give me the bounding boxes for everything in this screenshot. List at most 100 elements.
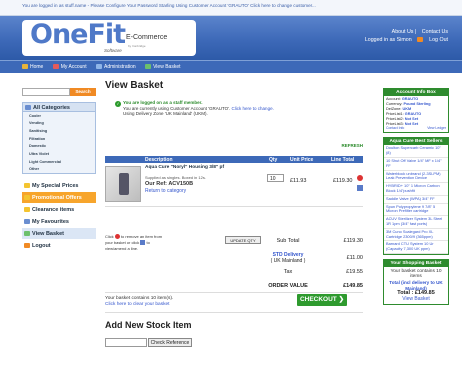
logout-link[interactable]: Log Out — [429, 37, 448, 43]
add-stock-row: Check Reference — [105, 338, 192, 347]
add-stock-title: Add New Stock Item — [105, 320, 192, 330]
category-domestic[interactable]: Domestic — [22, 142, 96, 151]
about-link[interactable]: About Us — [392, 29, 414, 35]
best-seller-item[interactable]: ACUV Sterilizer System 3L Steel 1R 1pm (… — [384, 216, 448, 229]
view-ledger-link[interactable]: View Ledger — [427, 126, 446, 131]
category-sanitising[interactable]: Sanitising — [22, 127, 96, 136]
best-seller-item[interactable]: 10 Shut Off Valve 1/4" MF x 1/4" FF — [384, 158, 448, 171]
change-customer-link[interactable]: Click here to change. — [232, 106, 274, 111]
menu-view-basket[interactable]: View Basket — [22, 227, 96, 240]
status-strip[interactable]: You are logged in as stuff.name - Please… — [0, 0, 462, 16]
tax-value: £19.55 — [346, 269, 363, 275]
best-seller-item[interactable]: 3M Cuno Scalegard Pro XL Cartridge 2300/… — [384, 229, 448, 242]
refresh-button[interactable]: REFRESH — [341, 143, 363, 148]
search-input[interactable] — [22, 88, 70, 96]
edit-icon — [140, 240, 146, 245]
basket-instructions: Click to remove an item from your basket… — [105, 234, 163, 251]
contact-link[interactable]: Contact Us — [422, 29, 448, 35]
table-row: Aqua Cure "Noryl" Housing 3/8" pf Suppli… — [105, 163, 363, 207]
category-cooler[interactable]: Cooler — [22, 112, 96, 120]
menu-special-prices[interactable]: My Special Prices — [22, 180, 96, 192]
notice-line-2: You are currently using Customer Account… — [123, 105, 231, 111]
nav-home[interactable]: Home — [22, 64, 43, 70]
product-note: Supplied as singles. Boxed in 12s. — [145, 175, 206, 180]
stock-reference-input[interactable] — [105, 338, 147, 347]
home-icon — [22, 64, 28, 69]
subtotal-value: £119.30 — [343, 238, 363, 244]
table-header: Description Qty Unit Price Line Total — [105, 156, 363, 163]
update-qty-button[interactable]: UPDATE QTY — [225, 236, 261, 244]
divider — [105, 312, 363, 313]
favourites-icon — [24, 218, 30, 224]
menu-my-favourites[interactable]: My Favourites — [22, 216, 96, 228]
search-button[interactable]: Search — [70, 88, 96, 96]
staff-notice: ✓ You are logged on as a staff member. Y… — [105, 97, 363, 123]
category-other[interactable]: Other — [22, 165, 96, 174]
logo[interactable]: OneFit Software E-Commerce by Ironbridge — [22, 19, 196, 56]
check-reference-button[interactable]: Check Reference — [148, 338, 192, 347]
best-seller-item[interactable]: Doulton Supercarb Ceramic 10" (8) — [384, 145, 448, 158]
product-name: Aqua Cure "Noryl" Housing 3/8" pf — [145, 165, 225, 170]
page-title: View Basket — [105, 80, 164, 91]
unit-price: £11.93 — [290, 178, 307, 184]
best-seller-item[interactable]: Barnard CTU System 10 Ur (Capacity 7,300… — [384, 241, 448, 254]
category-icon — [25, 105, 31, 110]
clear-basket-link[interactable]: Click here to clear your basket — [105, 302, 170, 307]
return-to-category-link[interactable]: Return to category — [145, 188, 186, 194]
logo-ecommerce-label: E-Commerce — [126, 34, 168, 41]
best-seller-item[interactable]: Waterblock unbrand (2-3SLPM) Leak Preven… — [384, 171, 448, 184]
product-ref: Our Ref: ACV150B — [145, 181, 194, 187]
best-seller-item[interactable]: Spun Polypropylene 9 7/8" 5 Micron Prefi… — [384, 204, 448, 217]
category-ultra-violet[interactable]: Ultra Violet — [22, 150, 96, 159]
header-links: About Us | Contact Us Logged in as Simon… — [364, 29, 448, 43]
best-seller-item[interactable]: Saddle Valve (WPA) 3/4" FF — [384, 196, 448, 204]
logo-wordmark: OneFit — [30, 19, 126, 50]
menu-logout[interactable]: Logout — [22, 240, 96, 252]
left-sidebar: Search All Categories Cooler Vending San… — [22, 88, 96, 252]
basket-table: Description Qty Unit Price Line Total Aq… — [105, 156, 363, 207]
remove-icon — [114, 234, 120, 239]
nav-view-basket[interactable]: View Basket — [145, 64, 180, 70]
star-icon — [24, 206, 30, 212]
remove-icon[interactable] — [357, 175, 363, 181]
star-icon — [24, 194, 30, 200]
divider — [105, 292, 363, 293]
order-value: £149.85 — [343, 283, 363, 289]
logout-icon — [417, 37, 424, 42]
category-light-commercial[interactable]: Light Commercial — [22, 158, 96, 166]
category-filtration[interactable]: Filtration — [22, 135, 96, 143]
nav-administration[interactable]: Administration — [95, 64, 136, 70]
basket-icon — [145, 64, 152, 69]
header-banner: OneFit Software E-Commerce by Ironbridge… — [0, 16, 462, 60]
product-image[interactable] — [105, 166, 141, 202]
line-total: £119.30 — [333, 178, 353, 184]
basket-count: Your basket contains 10 items — [390, 268, 442, 280]
category-vending[interactable]: Vending — [22, 119, 96, 128]
logged-in-label: Logged in as Simon — [364, 37, 412, 43]
basket-summary: Your basket contains 10 item(s). Click h… — [105, 296, 174, 307]
account-icon — [52, 64, 59, 69]
contact-info-link[interactable]: Contact Info — [386, 126, 404, 131]
best-sellers-box: Aqua Cure Best Sellers Doulton Supercarb… — [383, 137, 449, 255]
admin-icon — [95, 64, 102, 69]
view-basket-link[interactable]: View Basket — [385, 296, 447, 303]
nav-my-account[interactable]: My Account — [52, 64, 87, 70]
star-icon — [24, 182, 30, 188]
menu-clearance-items[interactable]: Clearance items — [22, 204, 96, 216]
quantity-input[interactable]: 10 — [267, 174, 284, 182]
best-seller-item[interactable]: HYBRID+ 10" 1 Micron Carbon Block 1/4"pu… — [384, 183, 448, 196]
shopping-basket-box: Your Shopping Basket Your basket contain… — [383, 258, 449, 306]
logo-tagline: by Ironbridge — [128, 44, 146, 48]
menu-promotional-offers[interactable]: Promotional Offers — [22, 191, 96, 204]
check-icon: ✓ — [115, 101, 121, 107]
notice-line-3: Using Delivery Zone 'UK Mainland' (UKM). — [123, 111, 208, 117]
logo-software-label: Software — [104, 48, 122, 53]
basket-icon — [24, 230, 30, 236]
delivery-value: £11.00 — [346, 255, 363, 261]
top-nav: Home My Account Administration View Bask… — [0, 60, 462, 73]
checkout-button[interactable]: CHECKOUT ❯ — [297, 294, 347, 306]
logout-icon — [24, 242, 30, 248]
edit-icon[interactable] — [357, 185, 363, 191]
main-content: View Basket ✓ You are logged on as a sta… — [105, 80, 363, 347]
all-categories-header[interactable]: All Categories — [22, 102, 96, 112]
